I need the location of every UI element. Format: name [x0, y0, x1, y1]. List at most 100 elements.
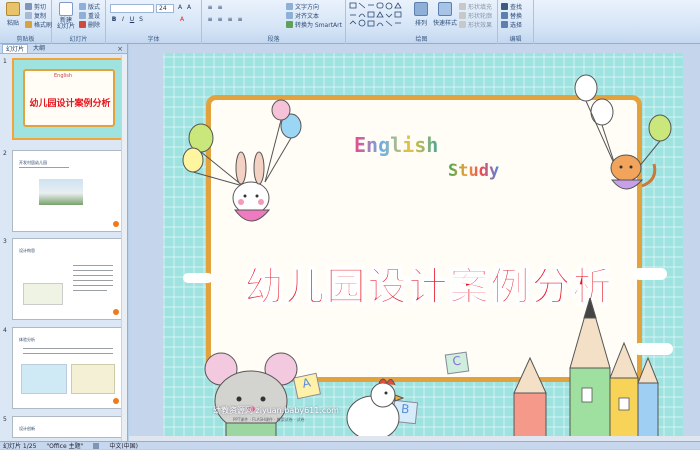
thumb-title: 幼儿园设计案例分析: [29, 99, 111, 109]
ribbon: 粘贴 剪切 复制 格式刷 剪贴板 新建 幻灯片 版式 重设 删除 幻灯片 24 …: [0, 0, 700, 44]
quick-styles-button[interactable]: 快速样式: [432, 2, 458, 32]
quick-styles-icon: [438, 2, 452, 16]
shape-effects-label: 形状效果: [468, 22, 493, 29]
cat-with-balloons-illustration: [574, 74, 672, 190]
underline-button[interactable]: U: [128, 16, 136, 24]
shape-outline-button[interactable]: 形状轮廓: [459, 11, 492, 20]
replace-button[interactable]: 替换: [501, 11, 522, 20]
editing-group-label: 编辑: [509, 36, 522, 43]
thumbnail-frame: 体验分析: [12, 327, 124, 409]
copy-label: 复制: [34, 13, 47, 20]
slides-group: 新建 幻灯片 版式 重设 删除 幻灯片: [52, 0, 106, 44]
credit-subtext: PPT课件 · FLASH课件 · 教案试卷 · 试卷: [233, 417, 305, 422]
font-size-combo[interactable]: 24: [156, 4, 174, 13]
shape-outline-label: 形状轮廓: [468, 13, 493, 20]
slide-number: 2: [3, 150, 7, 157]
arrange-icon: [414, 2, 428, 16]
grow-font-button[interactable]: A: [176, 4, 184, 12]
thumb-sketch: [23, 283, 63, 305]
clipboard-group-label: 剪贴板: [16, 36, 35, 43]
align-text-label: 对齐文本: [295, 13, 320, 20]
font-name-combo[interactable]: [110, 4, 154, 13]
paragraph-group-label: 段落: [267, 36, 280, 43]
thumb-text-line: [73, 280, 113, 281]
arrange-label: 排列: [414, 20, 427, 27]
mouse-illustration: [204, 352, 298, 438]
numbering-button[interactable]: ≡: [216, 4, 224, 12]
text-direction-button[interactable]: 文字方向: [286, 2, 319, 11]
shape-effects-button[interactable]: 形状效果: [459, 20, 492, 29]
close-icon[interactable]: ×: [117, 45, 123, 53]
align-center-button[interactable]: ≡: [216, 16, 224, 24]
italic-button[interactable]: I: [119, 16, 127, 24]
effects-icon: [459, 21, 466, 28]
arrange-button[interactable]: 排列: [410, 2, 432, 32]
align-text-icon: [286, 12, 293, 19]
thumbnail-frame: 幼儿园设计案例分析 English: [12, 58, 124, 140]
letter-block-c: C: [444, 351, 470, 375]
smartart-label: 转换为 SmartArt: [295, 22, 342, 29]
font-color-button[interactable]: A: [178, 16, 186, 24]
thumb-bullet-dot: [113, 309, 119, 315]
paint-bucket-icon: [459, 3, 466, 10]
new-slide-button[interactable]: 新建 幻灯片: [55, 2, 77, 32]
find-button[interactable]: 查找: [501, 2, 522, 11]
cursor-icon: [501, 21, 508, 28]
select-label: 选择: [510, 22, 523, 29]
copy-button[interactable]: 复制: [25, 11, 46, 20]
chicken-illustration: [346, 378, 405, 438]
format-painter-label: 格式刷: [34, 22, 53, 29]
layout-button[interactable]: 版式: [79, 2, 100, 11]
shape-fill-button[interactable]: 形状填充: [459, 2, 492, 11]
strikethrough-button[interactable]: S: [137, 16, 145, 24]
align-right-button[interactable]: ≡: [226, 16, 234, 24]
tab-slides[interactable]: 幻灯片: [2, 44, 29, 53]
english-text: English: [354, 133, 439, 157]
shapes-gallery[interactable]: [349, 2, 407, 30]
delete-slide-button[interactable]: 删除: [79, 20, 100, 29]
format-painter-button[interactable]: 格式刷: [25, 20, 52, 29]
thumb-text-line: [73, 285, 113, 286]
replace-label: 替换: [510, 13, 523, 20]
text-direction-label: 文字方向: [295, 4, 320, 11]
bullets-button[interactable]: ≡: [206, 4, 214, 12]
cut-button[interactable]: 剪切: [25, 2, 46, 11]
thumbnail-frame: 设计构思: [12, 238, 124, 320]
delete-icon: [79, 21, 86, 28]
paste-button[interactable]: 粘贴: [2, 2, 24, 32]
find-label: 查找: [510, 4, 523, 11]
align-text-button[interactable]: 对齐文本: [286, 11, 319, 20]
thumb-bullet-dot: [113, 221, 119, 227]
pane-scrollbar[interactable]: [121, 55, 127, 441]
thumbnail-frame: 设计创新: [12, 416, 124, 438]
reset-icon: [79, 12, 86, 19]
font-group: 24 A A B I U S A 字体: [106, 0, 202, 44]
bold-button[interactable]: B: [110, 16, 118, 24]
study-word-art: Study: [448, 161, 499, 181]
reset-button[interactable]: 重设: [79, 11, 100, 20]
tab-outline[interactable]: 大纲: [30, 44, 48, 53]
thumb-text-line: [73, 265, 113, 266]
layout-icon: [79, 3, 86, 10]
slide-number: 1: [3, 58, 7, 65]
smartart-button[interactable]: 转换为 SmartArt: [286, 20, 342, 29]
justify-button[interactable]: ≡: [236, 16, 244, 24]
font-group-label: 字体: [147, 36, 160, 43]
thumb-title: 开发村居幼儿园: [19, 160, 47, 165]
thumb-text-line: [73, 290, 107, 291]
pencil-houses-illustration: [513, 298, 659, 438]
delete-label: 删除: [88, 22, 101, 29]
align-left-button[interactable]: ≡: [206, 16, 214, 24]
pane-tabs: 幻灯片 大纲 ×: [0, 44, 127, 54]
spellcheck-icon: [93, 442, 100, 449]
replace-icon: [501, 12, 508, 19]
scissors-icon: [25, 3, 32, 10]
editing-group: 查找 替换 选择 编辑: [498, 0, 534, 44]
smartart-icon: [286, 21, 293, 28]
thumb-text-line: [73, 275, 113, 276]
thumb-photo: [39, 179, 83, 205]
select-button[interactable]: 选择: [501, 20, 522, 29]
shrink-font-button[interactable]: A: [185, 4, 193, 12]
thumb-rule: [19, 167, 69, 168]
current-slide[interactable]: English Study 幼儿园设计案例分析 C A B 幼教资源网 ziyu…: [163, 53, 683, 438]
